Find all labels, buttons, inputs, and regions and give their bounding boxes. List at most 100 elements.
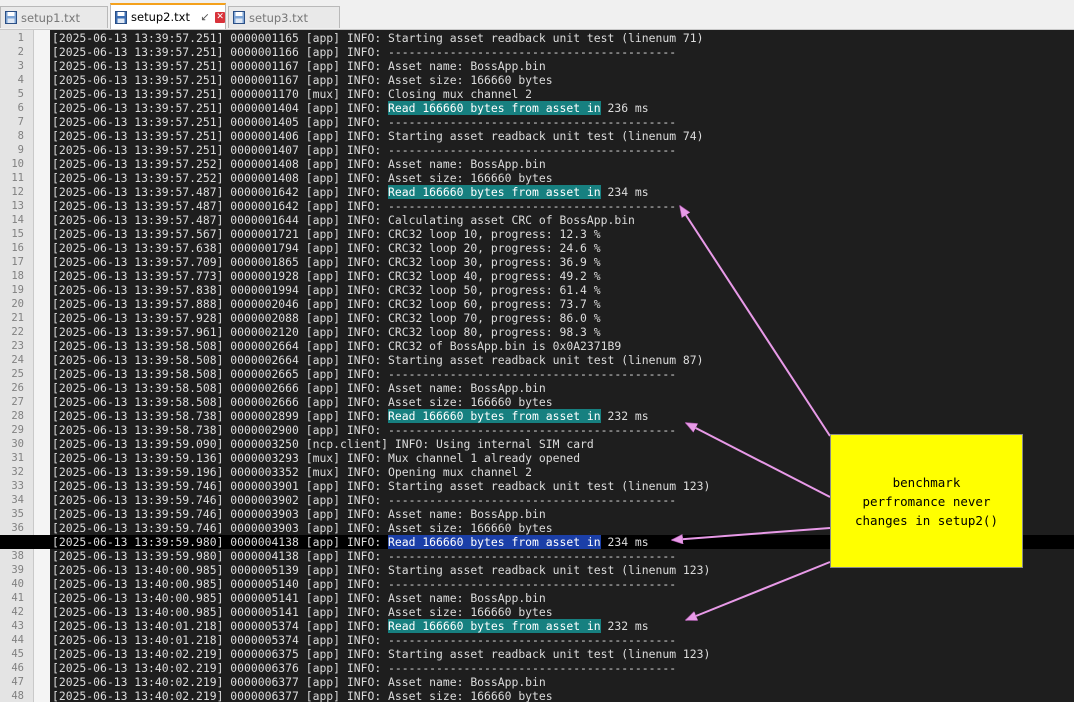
line-number: 43: [11, 620, 24, 632]
editor-line[interactable]: 21 [2025-06-13 13:39:57.928] 0000002088 […: [0, 311, 1074, 325]
line-text: [2025-06-13 13:40:00.985] 0000005141 [ap…: [52, 591, 546, 605]
line-text: [2025-06-13 13:39:57.487] 0000001642 [ap…: [52, 199, 677, 213]
line-number: 6: [17, 102, 24, 114]
line-text: [2025-06-13 13:40:02.219] 0000006376 [ap…: [52, 661, 677, 675]
line-text: [2025-06-13 13:39:59.136] 0000003293 [mu…: [52, 451, 581, 465]
search-highlight: Read 166660 bytes from asset in: [388, 619, 601, 633]
line-text: [2025-06-13 13:39:57.252] 0000001408 [ap…: [52, 171, 553, 185]
line-number: 1: [17, 32, 24, 44]
editor-pane[interactable]: 1 [2025-06-13 13:39:57.251] 0000001165 [a…: [0, 30, 1074, 702]
line-number: 9: [17, 144, 24, 156]
text-lines[interactable]: 1 [2025-06-13 13:39:57.251] 0000001165 [a…: [0, 31, 1074, 702]
editor-line[interactable]: 14 [2025-06-13 13:39:57.487] 0000001644 […: [0, 213, 1074, 227]
tab-setup2-txt[interactable]: setup2.txt ↓ ✕: [110, 3, 226, 29]
editor-line[interactable]: 1 [2025-06-13 13:39:57.251] 0000001165 [a…: [0, 31, 1074, 45]
search-highlight: Read 166660 bytes from asset in: [388, 409, 601, 423]
editor-line[interactable]: 2 [2025-06-13 13:39:57.251] 0000001166 [a…: [0, 45, 1074, 59]
editor-line[interactable]: 23 [2025-06-13 13:39:58.508] 0000002664 […: [0, 339, 1074, 353]
line-number: 45: [11, 648, 24, 660]
line-number: 20: [11, 298, 24, 310]
line-text: [2025-06-13 13:39:57.961] 0000002120 [ap…: [52, 325, 601, 339]
line-text: [2025-06-13 13:39:59.746] 0000003903 [ap…: [52, 507, 546, 521]
editor-line[interactable]: 16 [2025-06-13 13:39:57.638] 0000001794 […: [0, 241, 1074, 255]
line-number: 35: [11, 508, 24, 520]
line-number: 18: [11, 270, 24, 282]
line-text: [2025-06-13 13:40:02.219] 0000006375 [ap…: [52, 647, 711, 661]
line-number: 13: [11, 200, 24, 212]
editor-line[interactable]: 15 [2025-06-13 13:39:57.567] 0000001721 […: [0, 227, 1074, 241]
editor-line[interactable]: 7 [2025-06-13 13:39:57.251] 0000001405 [a…: [0, 115, 1074, 129]
line-number: 38: [11, 550, 24, 562]
selected-text: Read 166660 bytes from asset in: [388, 535, 601, 549]
line-number: 48: [11, 690, 24, 702]
line-text: [2025-06-13 13:39:57.251] 0000001407 [ap…: [52, 143, 677, 157]
line-number: 42: [11, 606, 24, 618]
line-number: 40: [11, 578, 24, 590]
editor-line[interactable]: 44 [2025-06-13 13:40:01.218] 0000005374 […: [0, 633, 1074, 647]
editor-line[interactable]: 8 [2025-06-13 13:39:57.251] 0000001406 [a…: [0, 129, 1074, 143]
editor-line[interactable]: 4 [2025-06-13 13:39:57.251] 0000001167 [a…: [0, 73, 1074, 87]
line-number: 28: [11, 410, 24, 422]
editor-line[interactable]: 11 [2025-06-13 13:39:57.252] 0000001408 […: [0, 171, 1074, 185]
editor-line[interactable]: 46 [2025-06-13 13:40:02.219] 0000006376 […: [0, 661, 1074, 675]
editor-line[interactable]: 6 [2025-06-13 13:39:57.251] 0000001404 [a…: [0, 101, 1074, 115]
line-text: [2025-06-13 13:39:57.251] 0000001167 [ap…: [52, 73, 553, 87]
line-text: [2025-06-13 13:39:58.508] 0000002666 [ap…: [52, 395, 553, 409]
line-number: 3: [17, 60, 24, 72]
line-number: 23: [11, 340, 24, 352]
editor-line[interactable]: 18 [2025-06-13 13:39:57.773] 0000001928 […: [0, 269, 1074, 283]
line-text: [2025-06-13 13:40:01.218] 0000005374 [ap…: [52, 619, 649, 633]
line-number: 15: [11, 228, 24, 240]
editor-line[interactable]: 5 [2025-06-13 13:39:57.251] 0000001170 [m…: [0, 87, 1074, 101]
line-number: 17: [11, 256, 24, 268]
line-text: [2025-06-13 13:40:01.218] 0000005374 [ap…: [52, 633, 677, 647]
editor-line[interactable]: 25 [2025-06-13 13:39:58.508] 0000002665 […: [0, 367, 1074, 381]
close-icon[interactable]: ✕: [215, 11, 225, 23]
editor-line[interactable]: 17 [2025-06-13 13:39:57.709] 0000001865 […: [0, 255, 1074, 269]
line-text: [2025-06-13 13:39:57.888] 0000002046 [ap…: [52, 297, 601, 311]
tab-label: setup2.txt: [131, 10, 190, 24]
tab-setup1-txt[interactable]: setup1.txt: [0, 6, 108, 28]
editor-line[interactable]: 42 [2025-06-13 13:40:00.985] 0000005141 […: [0, 605, 1074, 619]
line-number: 2: [17, 46, 24, 58]
editor-line[interactable]: 9 [2025-06-13 13:39:57.251] 0000001407 [a…: [0, 143, 1074, 157]
line-text: [2025-06-13 13:39:57.928] 0000002088 [ap…: [52, 311, 601, 325]
line-number: 10: [11, 158, 24, 170]
editor-line[interactable]: 24 [2025-06-13 13:39:58.508] 0000002664 […: [0, 353, 1074, 367]
editor-line[interactable]: 3 [2025-06-13 13:39:57.251] 0000001167 [a…: [0, 59, 1074, 73]
line-number: 11: [11, 172, 24, 184]
tab-setup3-txt[interactable]: setup3.txt: [228, 6, 340, 28]
annotation-callout: benchmark perfromance never changes in s…: [830, 434, 1023, 568]
line-text: [2025-06-13 13:39:59.196] 0000003352 [mu…: [52, 465, 533, 479]
editor-line[interactable]: 20 [2025-06-13 13:39:57.888] 0000002046 […: [0, 297, 1074, 311]
editor-line[interactable]: 45 [2025-06-13 13:40:02.219] 0000006375 […: [0, 647, 1074, 661]
editor-line[interactable]: 10 [2025-06-13 13:39:57.252] 0000001408 […: [0, 157, 1074, 171]
line-number: 24: [11, 354, 24, 366]
editor-line[interactable]: 47 [2025-06-13 13:40:02.219] 0000006377 […: [0, 675, 1074, 689]
line-text: [2025-06-13 13:40:02.219] 0000006377 [ap…: [52, 675, 546, 689]
editor-line[interactable]: 28 [2025-06-13 13:39:58.738] 0000002899 […: [0, 409, 1074, 423]
line-number: 25: [11, 368, 24, 380]
line-text: [2025-06-13 13:39:58.738] 0000002900 [ap…: [52, 423, 677, 437]
line-number: 27: [11, 396, 24, 408]
editor-line[interactable]: 27 [2025-06-13 13:39:58.508] 0000002666 […: [0, 395, 1074, 409]
line-text: [2025-06-13 13:39:58.508] 0000002665 [ap…: [52, 367, 677, 381]
line-number: 7: [17, 116, 24, 128]
editor-line[interactable]: 19 [2025-06-13 13:39:57.838] 0000001994 […: [0, 283, 1074, 297]
editor-line[interactable]: 22 [2025-06-13 13:39:57.961] 0000002120 […: [0, 325, 1074, 339]
pin-icon[interactable]: ↓: [197, 9, 213, 25]
editor-line[interactable]: 48 [2025-06-13 13:40:02.219] 0000006377 […: [0, 689, 1074, 702]
editor-line[interactable]: 43 [2025-06-13 13:40:01.218] 0000005374 […: [0, 619, 1074, 633]
line-number: 47: [11, 676, 24, 688]
line-text: [2025-06-13 13:40:00.985] 0000005140 [ap…: [52, 577, 677, 591]
editor-line[interactable]: 26 [2025-06-13 13:39:58.508] 0000002666 […: [0, 381, 1074, 395]
line-text: [2025-06-13 13:39:58.508] 0000002664 [ap…: [52, 353, 704, 367]
editor-line[interactable]: 40 [2025-06-13 13:40:00.985] 0000005140 […: [0, 577, 1074, 591]
line-number: 30: [11, 438, 24, 450]
line-text: [2025-06-13 13:39:57.709] 0000001865 [ap…: [52, 255, 601, 269]
editor-line[interactable]: 13 [2025-06-13 13:39:57.487] 0000001642 […: [0, 199, 1074, 213]
line-number: 32: [11, 466, 24, 478]
line-number: 39: [11, 564, 24, 576]
editor-line[interactable]: 41 [2025-06-13 13:40:00.985] 0000005141 […: [0, 591, 1074, 605]
editor-line[interactable]: 12 [2025-06-13 13:39:57.487] 0000001642 […: [0, 185, 1074, 199]
